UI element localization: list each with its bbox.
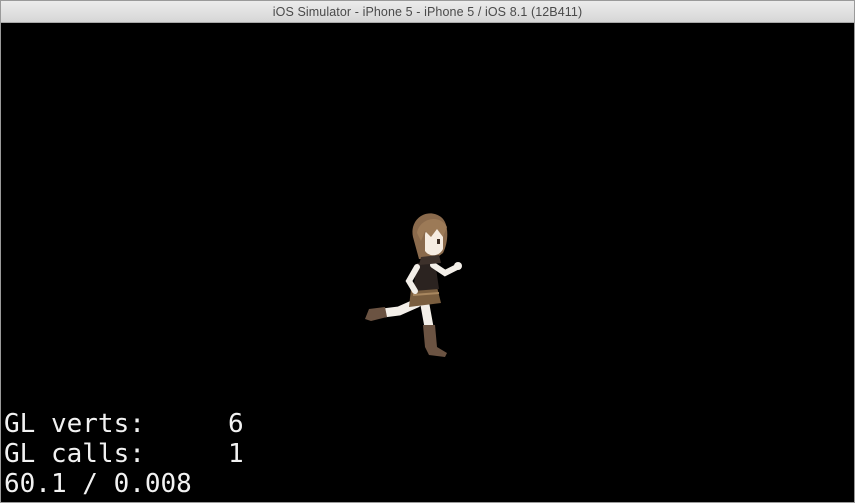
gl-verts-label: GL verts:: [4, 409, 145, 439]
fps-row: 60.1 / 0.008: [4, 469, 264, 499]
window-titlebar[interactable]: iOS Simulator - iPhone 5 - iPhone 5 / iO…: [1, 1, 854, 23]
window-title: iOS Simulator - iPhone 5 - iPhone 5 / iO…: [272, 5, 583, 19]
simulator-screen[interactable]: GL verts: 6 GL calls: 1 60.1 / 0.008: [1, 23, 854, 502]
simulator-window: iOS Simulator - iPhone 5 - iPhone 5 / iO…: [0, 0, 855, 503]
fps-readout: 60.1 / 0.008: [4, 469, 192, 499]
gl-verts-value: 6: [228, 409, 244, 439]
gl-verts-row: GL verts: 6: [4, 409, 264, 439]
running-girl-sprite: [365, 213, 462, 357]
stats-overlay: GL verts: 6 GL calls: 1 60.1 / 0.008: [4, 409, 264, 499]
gl-calls-label: GL calls:: [4, 439, 145, 469]
gl-calls-row: GL calls: 1: [4, 439, 264, 469]
gl-calls-value: 1: [228, 439, 244, 469]
